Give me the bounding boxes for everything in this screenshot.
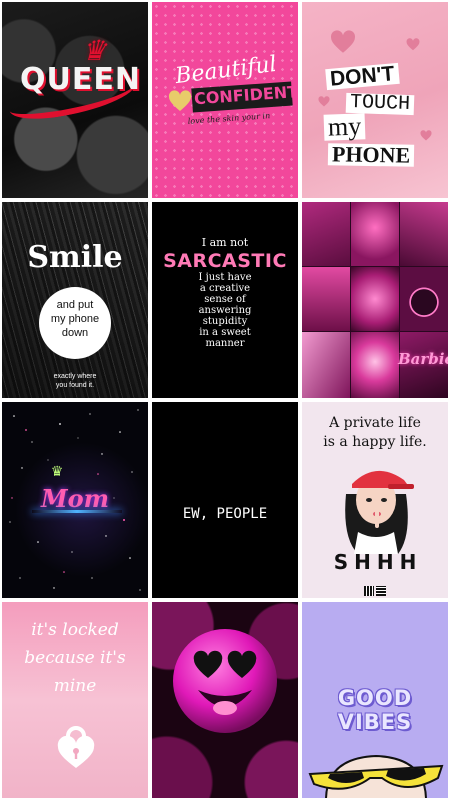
lock-icon xyxy=(57,726,95,768)
mom-text: Mom xyxy=(41,484,109,513)
wallpaper-tile-ew-people[interactable]: EW, PEOPLE xyxy=(152,402,298,598)
sunglasses-face-icon xyxy=(308,754,444,798)
private-life-text: A private life is a happy life. xyxy=(323,415,427,450)
girl-illustration xyxy=(345,470,414,554)
crown-icon: ♛ xyxy=(50,464,64,480)
collage-cell xyxy=(351,267,399,331)
sarcastic-intro-text: I am not xyxy=(201,236,249,249)
locked-text: it's locked because it's mine xyxy=(24,620,126,696)
wallpaper-tile-smile[interactable]: Smile and put my phone down exactly wher… xyxy=(2,202,148,398)
wallpaper-tile-private-life[interactable]: A private life is a happy life. SHHH xyxy=(302,402,448,598)
wallpaper-tile-smiley[interactable] xyxy=(152,602,298,798)
collage-cell xyxy=(400,267,448,331)
collage-cell xyxy=(351,202,399,266)
dont-text: DON'T xyxy=(325,62,400,91)
my-text: my xyxy=(323,111,366,142)
phone-text: PHONE xyxy=(327,141,415,168)
queen-text: QUEEN xyxy=(20,62,141,97)
smile-text: Smile xyxy=(27,240,123,275)
wallpaper-tile-dont-touch[interactable]: DON'T TOUCH my PHONE xyxy=(302,2,448,198)
ew-people-text: EW, PEOPLE xyxy=(182,506,268,522)
heart-icon xyxy=(318,96,330,107)
wallpaper-tile-locked[interactable]: it's locked because it's mine xyxy=(2,602,148,798)
heart-icon xyxy=(420,130,432,141)
wallpaper-tile-sarcastic[interactable]: I am not SARCASTIC I just have a creativ… xyxy=(152,202,298,398)
sarcastic-body-text: I just have a creative sense of answerin… xyxy=(198,272,252,349)
smile-footer-text: exactly where you found it. xyxy=(53,373,97,389)
collage-cell xyxy=(302,267,350,331)
heart-icon xyxy=(168,90,192,111)
collage-cell xyxy=(302,202,350,266)
vibes-text: VIBES xyxy=(337,710,413,734)
sarcastic-text: SARCASTIC xyxy=(163,250,287,272)
wallpaper-grid: ♛ QUEEN Beautiful CONFIDENT love the ski… xyxy=(0,0,450,800)
glow-line xyxy=(32,510,122,513)
qr-icon xyxy=(364,586,374,596)
wallpaper-tile-queen[interactable]: ♛ QUEEN xyxy=(2,2,148,198)
wallpaper-tile-good-vibes[interactable]: GOOD VIBES xyxy=(302,602,448,798)
collage-cell xyxy=(351,332,399,398)
qr-icon xyxy=(376,586,386,596)
heart-icon xyxy=(406,38,420,51)
wallpaper-tile-confident[interactable]: Beautiful CONFIDENT love the skin your i… xyxy=(152,2,298,198)
good-text: GOOD xyxy=(337,686,413,710)
shhh-text: SHHH xyxy=(333,550,423,574)
wallpaper-tile-mom[interactable]: ♛ Mom xyxy=(2,402,148,598)
wallpaper-tile-pink-collage[interactable]: Barbie xyxy=(302,202,448,398)
smile-circle-text: and put my phone down xyxy=(50,299,100,339)
collage-cell xyxy=(302,332,350,398)
heart-eyes-smiley-icon xyxy=(173,629,277,733)
heart-icon xyxy=(330,30,356,53)
collage-cell xyxy=(400,202,448,266)
barbie-text: Barbie xyxy=(398,350,448,368)
